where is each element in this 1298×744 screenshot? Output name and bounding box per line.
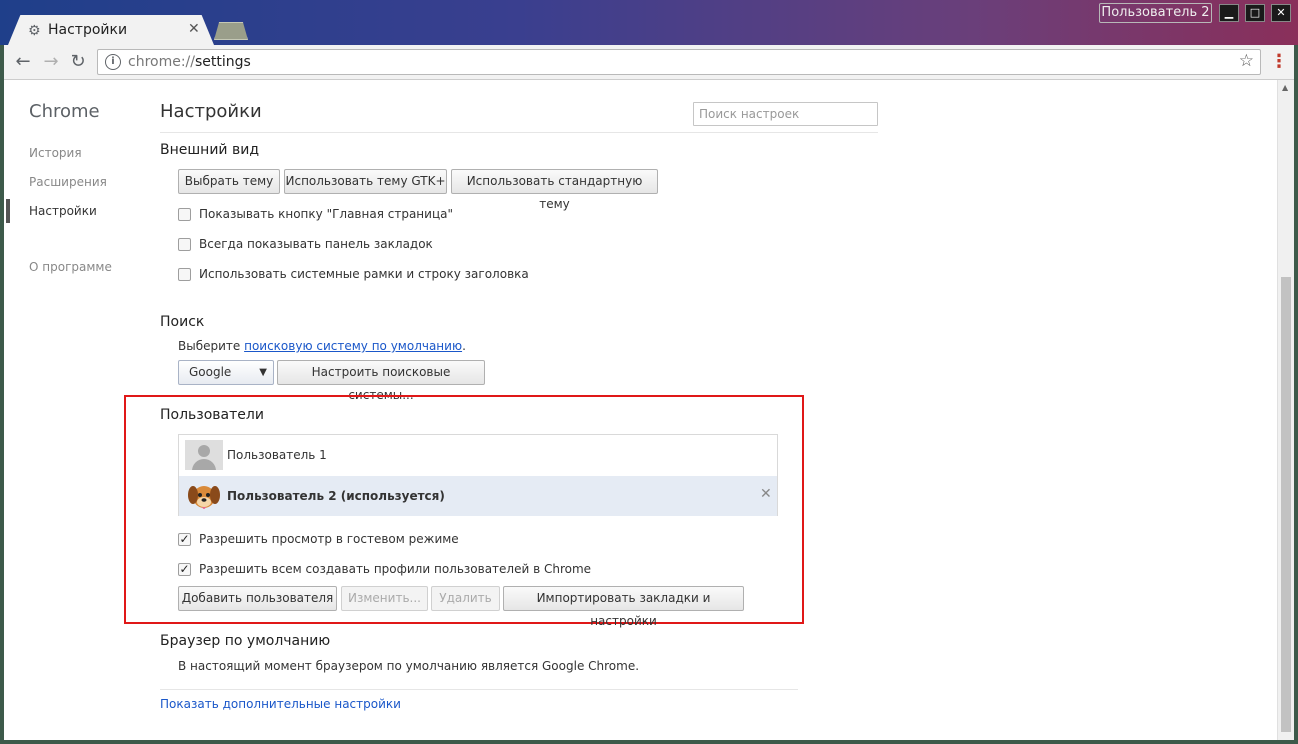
tab-title: Настройки [48,22,128,38]
new-tab-button[interactable] [214,22,248,40]
star-icon[interactable]: ☆ [1239,51,1254,71]
search-engine-select[interactable]: Google ▼ [178,360,274,385]
browser-toolbar: ← → ↻ i chrome://settings ☆ ⋮ [4,45,1294,80]
checkbox-label: Показывать кнопку "Главная страница" [199,207,453,221]
sidebar-item-settings[interactable]: Настройки [29,204,97,218]
use-gtk-theme-button[interactable]: Использовать тему GTK+ [284,169,447,194]
gear-icon: ⚙ [28,23,41,39]
address-bar[interactable]: i chrome://settings ☆ [97,49,1261,75]
header-divider [160,132,878,133]
delete-user-button[interactable]: Удалить [431,586,500,611]
checkbox-box[interactable] [178,208,191,221]
scroll-up-icon[interactable]: ▲ [1282,83,1288,92]
choose-theme-button[interactable]: Выбрать тему [178,169,280,194]
checkbox-box[interactable]: ✓ [178,533,191,546]
checkbox-box[interactable] [178,268,191,281]
search-engine-selected: Google [189,365,232,379]
minimize-button[interactable]: ▁ [1219,4,1239,22]
url-path: settings [195,54,251,70]
profile-button[interactable]: Пользователь 2 [1099,3,1212,23]
checkbox-label: Использовать системные рамки и строку за… [199,267,529,281]
more-menu-icon[interactable]: ⋮ [1270,51,1288,73]
checkbox-label: Разрешить всем создавать профили пользов… [199,562,592,576]
remove-user-icon[interactable]: ✕ [760,486,772,502]
add-user-button[interactable]: Добавить пользователя [178,586,337,611]
tab-close-icon[interactable]: ✕ [188,21,200,37]
user-name: Пользователь 1 [227,448,327,462]
checkbox-box[interactable] [178,238,191,251]
forward-button[interactable]: → [40,51,62,73]
sidebar-brand: Chrome [29,101,100,122]
default-avatar-icon [185,440,223,470]
search-engine-prompt: Выберите поисковую систему по умолчанию. [178,339,466,353]
scrollbar-thumb[interactable] [1281,277,1291,732]
dropdown-arrow-icon: ▼ [259,367,267,378]
close-window-button[interactable]: ✕ [1271,4,1291,22]
reload-button[interactable]: ↻ [67,51,89,73]
settings-page: Chrome История Расширения Настройки О пр… [4,80,1277,740]
tab-settings[interactable]: ⚙ Настройки ✕ [8,15,214,45]
users-section-title: Пользователи [160,407,264,423]
back-button[interactable]: ← [12,51,34,73]
minimize-icon: ▁ [1224,6,1234,19]
search-settings-input[interactable] [693,102,878,126]
default-search-engine-link[interactable]: поисковую систему по умолчанию [244,339,462,353]
arrow-right-icon: → [43,51,59,72]
use-default-theme-button[interactable]: Использовать стандартную тему [451,169,658,211]
info-icon[interactable]: i [105,54,121,70]
default-browser-section-title: Браузер по умолчанию [160,633,331,649]
sidebar-item-history[interactable]: История [29,146,82,160]
import-bookmarks-button[interactable]: Импортировать закладки и настройки [503,586,744,628]
sidebar-item-about[interactable]: О программе [29,260,112,274]
prompt-text: Выберите [178,339,245,353]
footer-divider [160,689,798,690]
user-row-current[interactable]: Пользователь 2 (используется) ✕ [179,476,777,516]
dog-avatar-icon [188,486,220,509]
arrow-left-icon: ← [15,51,31,72]
edit-user-button[interactable]: Изменить... [341,586,428,611]
show-advanced-settings-link[interactable]: Показать дополнительные настройки [160,697,401,711]
page-scrollbar[interactable]: ▲ [1277,80,1294,740]
title-bar: ⚙ Настройки ✕ Пользователь 2 ▁ □ ✕ [0,0,1298,45]
maximize-button[interactable]: □ [1245,4,1265,22]
page-title: Настройки [160,101,262,122]
users-list: Пользователь 1 Пользователь 2 (используе… [178,434,778,516]
sidebar-item-extensions[interactable]: Расширения [29,175,107,189]
reload-icon: ↻ [70,51,86,72]
user-row[interactable]: Пользователь 1 [179,435,777,475]
close-icon: ✕ [1276,6,1286,19]
sidebar-active-marker [6,199,10,223]
url-scheme: chrome:// [128,54,195,70]
appearance-section-title: Внешний вид [160,142,260,158]
checkbox-label: Всегда показывать панель закладок [199,237,433,251]
prompt-period: . [462,339,466,353]
search-section-title: Поиск [160,314,205,330]
maximize-icon: □ [1249,6,1261,19]
url-text[interactable]: chrome://settings [128,54,251,70]
checkbox-box[interactable]: ✓ [178,563,191,576]
checkbox-label: Разрешить просмотр в гостевом режиме [199,532,459,546]
manage-search-engines-button[interactable]: Настроить поисковые системы... [277,360,485,402]
user-name: Пользователь 2 (используется) [227,489,445,503]
default-browser-status: В настоящий момент браузером по умолчани… [178,659,640,673]
